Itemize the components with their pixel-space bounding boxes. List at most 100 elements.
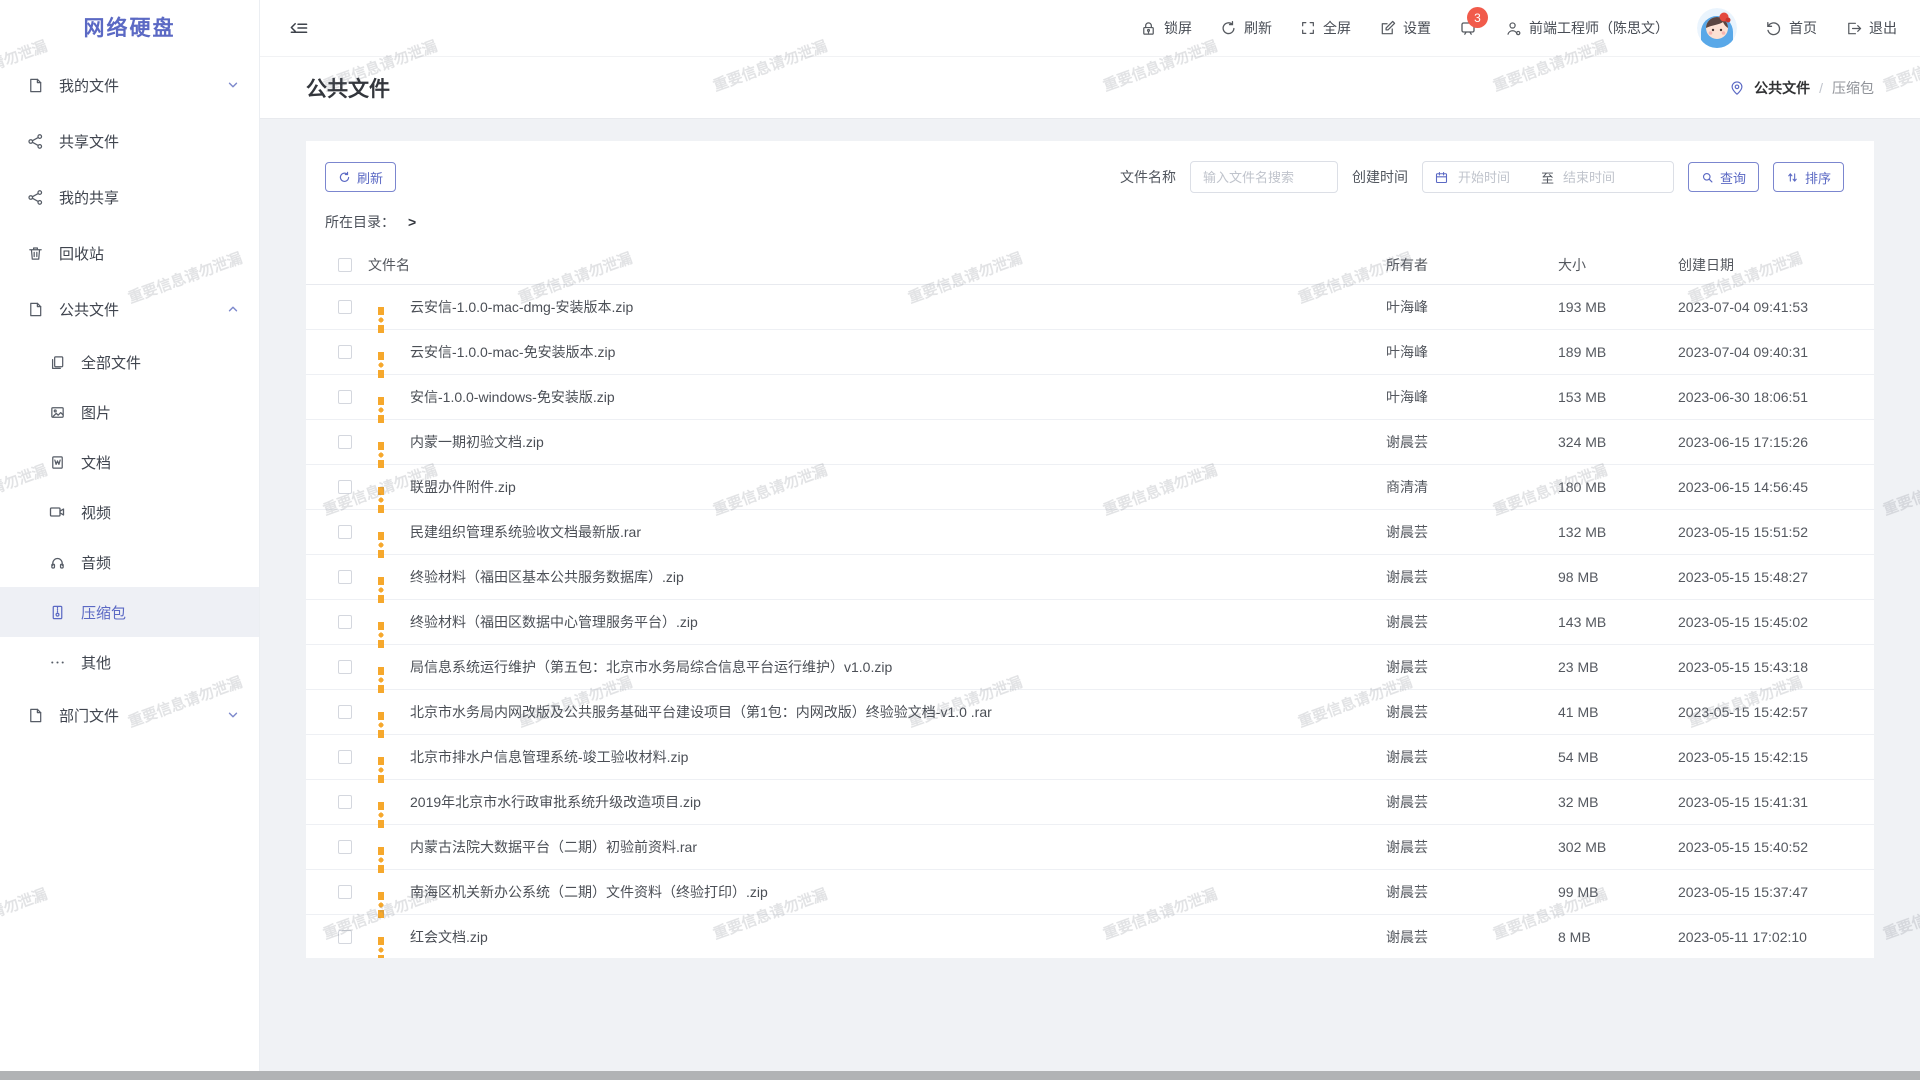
row-checkbox[interactable] — [338, 885, 352, 899]
sort-button[interactable]: 排序 — [1773, 162, 1844, 192]
horizontal-scrollbar[interactable] — [0, 1071, 1920, 1080]
file-size: 324 MB — [1558, 434, 1678, 450]
row-checkbox[interactable] — [338, 615, 352, 629]
breadcrumb: 公共文件 / 压缩包 — [1729, 78, 1874, 98]
avatar[interactable] — [1697, 8, 1737, 48]
sidebar-item-label: 部门文件 — [59, 705, 119, 726]
created-time-label: 创建时间 — [1352, 167, 1408, 187]
row-checkbox[interactable] — [338, 480, 352, 494]
sidebar-item-label: 图片 — [81, 402, 111, 423]
file-table: 文件名 所有者 大小 创建日期 云安信-1.0.0-mac-dmg-安装版本.z… — [306, 245, 1874, 958]
row-checkbox[interactable] — [338, 795, 352, 809]
refresh-page-button[interactable]: 刷新 — [1220, 18, 1272, 38]
file-owner: 谢晨芸 — [1386, 567, 1558, 587]
row-checkbox[interactable] — [338, 660, 352, 674]
file-name[interactable]: 云安信-1.0.0-mac-免安装版本.zip — [410, 342, 1386, 362]
sort-icon — [1786, 171, 1799, 184]
date-range-picker[interactable]: 至 — [1422, 161, 1674, 193]
sidebar-item-12[interactable]: 部门文件 — [0, 687, 259, 743]
file-name[interactable]: 红会文档.zip — [410, 927, 1386, 947]
calendar-icon — [1434, 170, 1449, 185]
refresh-list-button[interactable]: 刷新 — [325, 162, 396, 192]
end-time-input[interactable] — [1563, 170, 1637, 185]
file-created: 2023-05-15 15:42:57 — [1678, 704, 1874, 720]
file-name[interactable]: 云安信-1.0.0-mac-dmg-安装版本.zip — [410, 297, 1386, 317]
file-size: 98 MB — [1558, 569, 1678, 585]
chevron-up-icon — [227, 303, 239, 315]
start-time-input[interactable] — [1458, 170, 1532, 185]
file-created: 2023-05-11 17:02:10 — [1678, 929, 1874, 945]
file-name[interactable]: 南海区机关新办公系统（二期）文件资料（终验打印）.zip — [410, 882, 1386, 902]
file-owner: 谢晨芸 — [1386, 747, 1558, 767]
file-created: 2023-05-15 15:41:31 — [1678, 794, 1874, 810]
row-checkbox[interactable] — [338, 300, 352, 314]
row-checkbox[interactable] — [338, 525, 352, 539]
row-checkbox[interactable] — [338, 435, 352, 449]
file-size: 32 MB — [1558, 794, 1678, 810]
settings-button[interactable]: 设置 — [1379, 18, 1431, 38]
select-all-checkbox[interactable] — [338, 258, 352, 272]
query-button[interactable]: 查询 — [1688, 162, 1759, 192]
file-created: 2023-06-30 18:06:51 — [1678, 389, 1874, 405]
file-name[interactable]: 局信息系统运行维护（第五包：北京市水务局综合信息平台运行维护）v1.0.zip — [410, 657, 1386, 677]
file-name[interactable]: 2019年北京市水行政审批系统升级改造项目.zip — [410, 792, 1386, 812]
search-icon — [1701, 171, 1714, 184]
sidebar-item-4[interactable]: 公共文件 — [0, 281, 259, 337]
row-checkbox[interactable] — [338, 570, 352, 584]
document-icon — [26, 76, 44, 94]
filename-label: 文件名称 — [1120, 167, 1176, 187]
notifications-button[interactable]: 3 — [1459, 19, 1477, 37]
file-owner: 叶海峰 — [1386, 342, 1558, 362]
sidebar-item-1[interactable]: 共享文件 — [0, 113, 259, 169]
row-checkbox[interactable] — [338, 345, 352, 359]
file-name[interactable]: 安信-1.0.0-windows-免安装版.zip — [410, 387, 1386, 407]
sidebar-item-7[interactable]: 文档 — [0, 437, 259, 487]
sidebar-item-2[interactable]: 我的共享 — [0, 169, 259, 225]
current-directory: 所在目录： > — [306, 193, 1874, 232]
home-button[interactable]: 首页 — [1765, 18, 1817, 38]
file-name[interactable]: 民建组织管理系统验收文档最新版.rar — [410, 522, 1386, 542]
table-row: 云安信-1.0.0-mac-免安装版本.zip叶海峰189 MB2023-07-… — [306, 330, 1874, 375]
sidebar-item-6[interactable]: 图片 — [0, 387, 259, 437]
filter-bar: 文件名称 创建时间 至 查询 排序 — [1120, 161, 1844, 193]
user-menu[interactable]: 前端工程师（陈思文） — [1505, 18, 1669, 38]
directory-chevron[interactable]: > — [408, 214, 416, 230]
file-name[interactable]: 北京市水务局内网改版及公共服务基础平台建设项目（第1包：内网改版）终验验文档-v… — [410, 702, 1386, 722]
file-size: 54 MB — [1558, 749, 1678, 765]
sidebar-collapse-icon[interactable] — [289, 19, 308, 37]
file-name[interactable]: 北京市排水户信息管理系统-竣工验收材料.zip — [410, 747, 1386, 767]
file-size: 132 MB — [1558, 524, 1678, 540]
file-name[interactable]: 终验材料（福田区数据中心管理服务平台）.zip — [410, 612, 1386, 632]
sidebar-nav: 我的文件共享文件我的共享回收站公共文件全部文件图片文档视频音频压缩包其他部门文件 — [0, 57, 259, 743]
sidebar-item-8[interactable]: 视频 — [0, 487, 259, 537]
row-checkbox[interactable] — [338, 750, 352, 764]
file-name[interactable]: 内蒙古法院大数据平台（二期）初验前资料.rar — [410, 837, 1386, 857]
row-checkbox[interactable] — [338, 390, 352, 404]
filename-search-input[interactable] — [1190, 161, 1338, 193]
file-name[interactable]: 联盟办件附件.zip — [410, 477, 1386, 497]
file-name[interactable]: 终验材料（福田区基本公共服务数据库）.zip — [410, 567, 1386, 587]
breadcrumb-root[interactable]: 公共文件 — [1754, 78, 1810, 98]
sidebar-item-11[interactable]: 其他 — [0, 637, 259, 687]
file-size: 302 MB — [1558, 839, 1678, 855]
sidebar-item-9[interactable]: 音频 — [0, 537, 259, 587]
lock-screen-button[interactable]: 锁屏 — [1140, 18, 1192, 38]
sidebar-item-3[interactable]: 回收站 — [0, 225, 259, 281]
row-checkbox[interactable] — [338, 840, 352, 854]
sidebar-item-10[interactable]: 压缩包 — [0, 587, 259, 637]
sidebar-item-0[interactable]: 我的文件 — [0, 57, 259, 113]
file-created: 2023-05-15 15:37:47 — [1678, 884, 1874, 900]
file-created: 2023-05-15 15:51:52 — [1678, 524, 1874, 540]
row-checkbox[interactable] — [338, 930, 352, 944]
date-to-label: 至 — [1541, 168, 1554, 187]
fullscreen-button[interactable]: 全屏 — [1300, 18, 1351, 38]
logout-button[interactable]: 退出 — [1845, 18, 1897, 38]
sidebar-item-5[interactable]: 全部文件 — [0, 337, 259, 387]
file-owner: 谢晨芸 — [1386, 702, 1558, 722]
user-name: 前端工程师（陈思文） — [1529, 18, 1669, 38]
trash-icon — [26, 244, 44, 262]
row-checkbox[interactable] — [338, 705, 352, 719]
table-row: 南海区机关新办公系统（二期）文件资料（终验打印）.zip谢晨芸99 MB2023… — [306, 870, 1874, 915]
file-name[interactable]: 内蒙一期初验文档.zip — [410, 432, 1386, 452]
breadcrumb-separator: / — [1819, 80, 1823, 96]
